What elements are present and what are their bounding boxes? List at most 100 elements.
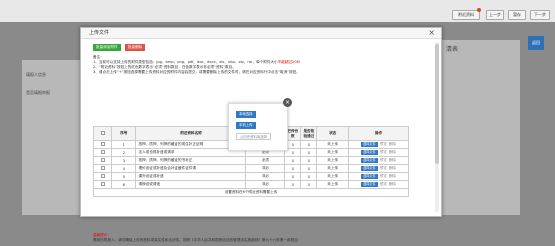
row-no: 1 [111, 140, 137, 149]
modal-title: 上传文件 [89, 30, 110, 36]
row-verified: 0 [300, 140, 318, 149]
table-footer-text: 设置资料在6个附近资料需要上传 [93, 188, 409, 197]
row-name: 抵押、质押、列押的缓证的书补正 [135, 156, 247, 165]
row-actions: 选择文件 预览 删除 [348, 148, 409, 157]
modal-scrollbar[interactable] [435, 42, 439, 212]
row-no: 2 [111, 148, 137, 157]
header-no: 序号 [111, 126, 137, 141]
save-draft-button[interactable]: 暂存 [508, 10, 526, 20]
tips-text: 需到的附报人，请切确保上传的资料或真实性和合法性。按照《中华人民共和国税收征收管… [93, 238, 302, 242]
row-checkbox[interactable] [92, 164, 113, 173]
select-all-header[interactable] [92, 126, 113, 141]
row-required: 必须 [245, 156, 286, 165]
select-file-button[interactable]: 选择文件 [360, 150, 378, 155]
row-checkbox[interactable] [92, 172, 113, 181]
row-actions: 选择文件 预览 删除 [348, 172, 409, 181]
row-checkbox[interactable] [92, 148, 113, 157]
background-title: 清表 [446, 46, 459, 53]
attachments-button[interactable]: 附近资料 [452, 10, 480, 20]
preview-link[interactable]: 预览 [380, 150, 387, 154]
row-verified: 0 [300, 148, 318, 157]
batch-button-row: 批量添加附件 批量删除 [93, 44, 148, 51]
header-status: 状态 [316, 126, 349, 141]
preview-link[interactable]: 预览 [380, 166, 387, 170]
batch-add-button[interactable]: 批量添加附件 [93, 44, 121, 51]
table-footer: 设置资料在6个附近资料需要上传 [93, 188, 409, 197]
row-required: 非必 [245, 172, 286, 181]
row-actions: 选择文件 预览 删除 [348, 156, 409, 165]
upload-source-popup: × 本地选择 手机上传 从历史资料库选择 [228, 98, 292, 151]
row-status: 未上传 [316, 164, 349, 173]
batch-delete-button[interactable]: 批量删除 [124, 44, 146, 51]
row-no: 6 [111, 180, 137, 189]
delete-link[interactable]: 删除 [389, 142, 396, 146]
row-actions: 选择文件 预览 删除 [348, 140, 409, 149]
modal-header: 上传文件 × [81, 28, 441, 39]
row-no: 5 [111, 172, 137, 181]
previous-step-button[interactable]: 上一步 [486, 10, 504, 20]
preview-link[interactable]: 预览 [380, 182, 387, 186]
select-file-button[interactable]: 选择文件 [360, 142, 378, 147]
preview-link[interactable]: 预览 [380, 142, 387, 146]
preview-link[interactable]: 预览 [380, 158, 387, 162]
row-checkbox[interactable] [92, 156, 113, 165]
row-required: 非必 [245, 164, 286, 173]
header-actions: 操作 [348, 126, 409, 141]
table-row: 3 抵押、质押、列押的缓证的书补正 必须 0 0 未上传 选择文件 预览 删除 [92, 156, 409, 165]
select-file-button[interactable]: 选择文件 [360, 158, 378, 163]
row-verified: 0 [300, 180, 318, 189]
row-count: 0 [284, 156, 302, 165]
phone-upload-button[interactable]: 手机上传 [236, 122, 256, 129]
row-verified: 0 [300, 164, 318, 173]
checkbox [100, 131, 105, 135]
row-count: 0 [284, 180, 302, 189]
row-verified: 0 [300, 156, 318, 165]
background-right-panel [442, 40, 520, 215]
applicant-info-label: 填报人信息 [26, 72, 46, 77]
note-3: 3、请点击上传“+”按钮选择需要上传资料对应的附件内容后提交，将需要删除上传的文… [93, 70, 300, 74]
header-verified: 是否核验通过 [300, 126, 318, 141]
scrollbar-thumb[interactable] [435, 44, 439, 164]
row-status: 未上传 [316, 172, 349, 181]
next-step-button[interactable]: 下一步 [530, 10, 550, 20]
row-status: 未上传 [316, 140, 349, 149]
required-count-badge [477, 8, 481, 12]
history-library-button[interactable]: 从历史资料库选择 [236, 133, 272, 140]
row-status: 未上传 [316, 148, 349, 157]
row-no: 4 [111, 164, 137, 173]
table-row: 6 请换设或请遗 非必 0 0 未上传 选择文件 预览 删除 [92, 180, 409, 189]
select-file-button[interactable]: 选择文件 [360, 166, 378, 171]
row-required: 非必 [245, 180, 286, 189]
row-checkbox[interactable] [92, 140, 113, 149]
row-name: 课外设证或补遗 [135, 172, 247, 181]
row-no: 3 [111, 156, 137, 165]
preview-link[interactable]: 预览 [380, 174, 387, 178]
table-row: 4 理价设证或补遗及合补证缓件证件请 非必 0 0 未上传 选择文件 预览 删除 [92, 164, 409, 173]
row-checkbox[interactable] [92, 180, 113, 189]
row-status: 未上传 [316, 180, 349, 189]
row-count: 0 [284, 172, 302, 181]
local-select-button[interactable]: 本地选择 [236, 111, 256, 118]
declare-label: 是否填报申报 [26, 90, 50, 95]
row-actions: 选择文件 预览 删除 [348, 180, 409, 189]
top-toolbar: 附近资料 上一步 暂存 下一步 [0, 0, 555, 22]
row-name: 请换设或请遗 [135, 180, 247, 189]
popup-close-icon[interactable]: × [283, 98, 292, 107]
table-row: 5 课外设证或补遗 非必 0 0 未上传 选择文件 预览 删除 [92, 172, 409, 181]
delete-link[interactable]: 删除 [389, 150, 396, 154]
notes: 备注： 1、当前可以支持上传的附件类型包括：jpg、bmp、png、pdf、do… [93, 55, 433, 75]
row-count: 0 [284, 164, 302, 173]
delete-link[interactable]: 删除 [389, 182, 396, 186]
delete-link[interactable]: 删除 [389, 174, 396, 178]
row-status: 未上传 [316, 156, 349, 165]
select-file-button[interactable]: 选择文件 [360, 182, 378, 187]
row-name: 理价设证或补遗及合补证缓件证件请 [135, 164, 247, 173]
row-verified: 0 [300, 172, 318, 181]
delete-link[interactable]: 删除 [389, 158, 396, 162]
side-back-button[interactable]: 返回 [528, 36, 544, 50]
tips: 温馨提示： 需到的附报人，请切确保上传的资料或真实性和合法性。按照《中华人民共和… [93, 233, 433, 243]
select-file-button[interactable]: 选择文件 [360, 174, 378, 179]
close-icon[interactable]: × [428, 28, 435, 38]
delete-link[interactable]: 删除 [389, 166, 396, 170]
row-actions: 选择文件 预览 删除 [348, 164, 409, 173]
